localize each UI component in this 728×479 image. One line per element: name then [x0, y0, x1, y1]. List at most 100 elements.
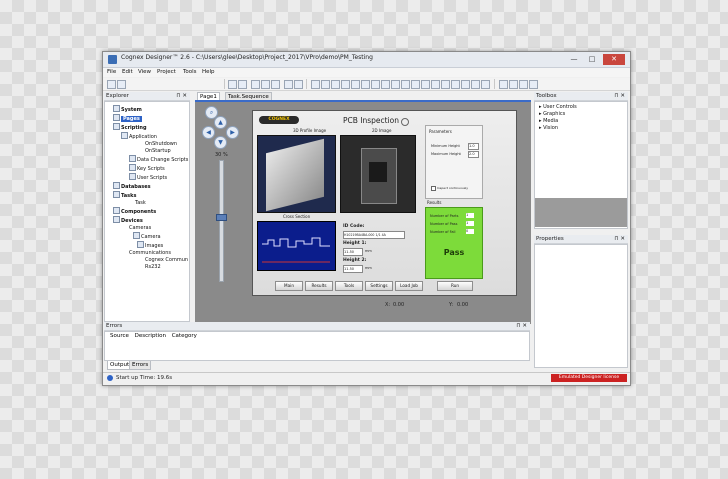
undo-icon[interactable] — [284, 80, 293, 89]
column-source[interactable]: Source — [110, 333, 129, 339]
main-button[interactable]: Main — [275, 281, 303, 291]
results-button[interactable]: Results — [305, 281, 333, 291]
maximize-button[interactable]: □ — [584, 54, 600, 65]
tree-item-camera[interactable]: Camera — [105, 232, 189, 241]
license-badge[interactable]: Emulated Designer license — [551, 374, 627, 382]
grid-icon[interactable] — [441, 80, 450, 89]
toolbox-graphics[interactable]: ▸ Graphics — [535, 111, 627, 118]
menu-file[interactable]: File — [107, 68, 116, 77]
cross-caption: Cross Section — [283, 214, 311, 219]
tree-item-scripting[interactable]: Scripting — [105, 123, 189, 132]
design-canvas[interactable]: ⌕ ▲ ◀ ▶ ▼ 30 % COGNEX PCB Inspection 3D … — [195, 102, 531, 324]
menu-help[interactable]: Help — [202, 68, 215, 77]
load-job-button[interactable]: Load Job — [395, 281, 423, 291]
help-icon[interactable] — [529, 80, 538, 89]
pan-left-icon[interactable]: ◀ — [202, 126, 215, 139]
tree-item-system[interactable]: System — [105, 105, 189, 114]
settings-button[interactable]: Settings — [365, 281, 393, 291]
pan-down-icon[interactable]: ▼ — [214, 136, 227, 149]
copy-icon[interactable] — [261, 80, 270, 89]
tools-button[interactable]: Tools — [335, 281, 363, 291]
align-middle-icon[interactable] — [351, 80, 360, 89]
tree-item-tasks[interactable]: Tasks — [105, 191, 189, 200]
app-window: Cognex Designer™ 2.6 - C:\Users\glee\Des… — [102, 51, 631, 386]
param1-value[interactable]: 1.0 — [468, 143, 479, 150]
align-bottom-icon[interactable] — [361, 80, 370, 89]
align-center-icon[interactable] — [321, 80, 330, 89]
column-category[interactable]: Category — [172, 333, 197, 339]
space-horizontal-icon[interactable] — [401, 80, 410, 89]
tree-item-onstartup[interactable]: OnStartup — [105, 148, 189, 155]
tree-item-task[interactable]: Task — [105, 200, 189, 207]
id-value: H10219BA4BA-000 1/1 4A — [343, 231, 405, 239]
stop-icon[interactable] — [509, 80, 518, 89]
toolbar — [103, 78, 630, 91]
same-width-icon[interactable] — [371, 80, 380, 89]
pan-right-icon[interactable]: ▶ — [226, 126, 239, 139]
save-all-icon[interactable] — [238, 80, 247, 89]
align-top-icon[interactable] — [341, 80, 350, 89]
align-left-icon[interactable] — [311, 80, 320, 89]
hmi-settings-icon[interactable] — [401, 118, 409, 126]
toolbox-pin-icon[interactable]: ⊓ ✕ — [614, 92, 625, 100]
tab-errors[interactable]: Errors — [129, 361, 152, 370]
group-icon[interactable] — [471, 80, 480, 89]
tree-item-images[interactable]: Images — [105, 241, 189, 250]
space-vertical-icon[interactable] — [411, 80, 420, 89]
toolbox-title: Toolbox — [536, 93, 557, 99]
menu-project[interactable]: Project — [157, 68, 176, 77]
inspect-checkbox[interactable] — [431, 186, 436, 191]
zoom-slider-thumb[interactable] — [216, 214, 227, 221]
tree-item-cognex-commun[interactable]: Cognex Commun — [105, 257, 189, 264]
open-icon[interactable] — [117, 80, 126, 89]
run-button[interactable]: Run — [437, 281, 473, 291]
toolbox-vision[interactable]: ▸ Vision — [535, 125, 627, 132]
tree-item-devices[interactable]: Devices — [105, 216, 189, 225]
height2-value: 11.50 — [343, 265, 363, 273]
menu-view[interactable]: View — [138, 68, 151, 77]
tree-item-components[interactable]: Components — [105, 207, 189, 216]
minimize-button[interactable]: — — [566, 54, 582, 65]
toolbox-media[interactable]: ▸ Media — [535, 118, 627, 125]
zoom-slider-track[interactable] — [219, 160, 224, 282]
settings-icon[interactable] — [519, 80, 528, 89]
new-icon[interactable] — [107, 80, 116, 89]
param2-value[interactable]: 2.0 — [468, 151, 479, 158]
errors-pin-icon[interactable]: ⊓ ✕ — [516, 322, 527, 330]
cut-icon[interactable] — [251, 80, 260, 89]
send-back-icon[interactable] — [431, 80, 440, 89]
pan-up-icon[interactable]: ▲ — [214, 116, 227, 129]
menu-edit[interactable]: Edit — [122, 68, 133, 77]
tree-item-onshutdown[interactable]: OnShutdown — [105, 141, 189, 148]
save-icon[interactable] — [228, 80, 237, 89]
pin-icon[interactable]: ⊓ ✕ — [176, 92, 187, 100]
tree-item-cameras[interactable]: Cameras — [105, 225, 189, 232]
same-size-icon[interactable] — [391, 80, 400, 89]
tree-item-key-scripts[interactable]: Key Scripts — [105, 164, 189, 173]
zoom-level: 30 % — [215, 152, 228, 158]
bring-front-icon[interactable] — [421, 80, 430, 89]
ungroup-icon[interactable] — [481, 80, 490, 89]
close-button[interactable]: ✕ — [603, 54, 625, 65]
tree-item-user-scripts[interactable]: User Scripts — [105, 173, 189, 182]
app-logo-icon — [108, 55, 117, 64]
properties-pin-icon[interactable]: ⊓ ✕ — [614, 235, 625, 243]
toolbar-separator — [306, 79, 307, 89]
tree-item-communications[interactable]: Communications — [105, 250, 189, 257]
tree-item-application[interactable]: Application — [105, 132, 189, 141]
column-description[interactable]: Description — [135, 333, 166, 339]
run-icon[interactable] — [499, 80, 508, 89]
tree-item-databases[interactable]: Databases — [105, 182, 189, 191]
redo-icon[interactable] — [294, 80, 303, 89]
tree-item-rs232[interactable]: Rs232 — [105, 264, 189, 271]
same-height-icon[interactable] — [381, 80, 390, 89]
align-right-icon[interactable] — [331, 80, 340, 89]
menu-tools[interactable]: Tools — [183, 68, 197, 77]
toolbox-user-controls[interactable]: ▸ User Controls — [535, 104, 627, 111]
tree-item-pages[interactable]: Pages — [105, 114, 189, 123]
explorer-tree: System Pages Scripting Application OnShu… — [104, 101, 190, 322]
snap-icon[interactable] — [451, 80, 460, 89]
lock-icon[interactable] — [461, 80, 470, 89]
paste-icon[interactable] — [271, 80, 280, 89]
tree-item-data-change-scripts[interactable]: Data Change Scripts — [105, 155, 189, 164]
